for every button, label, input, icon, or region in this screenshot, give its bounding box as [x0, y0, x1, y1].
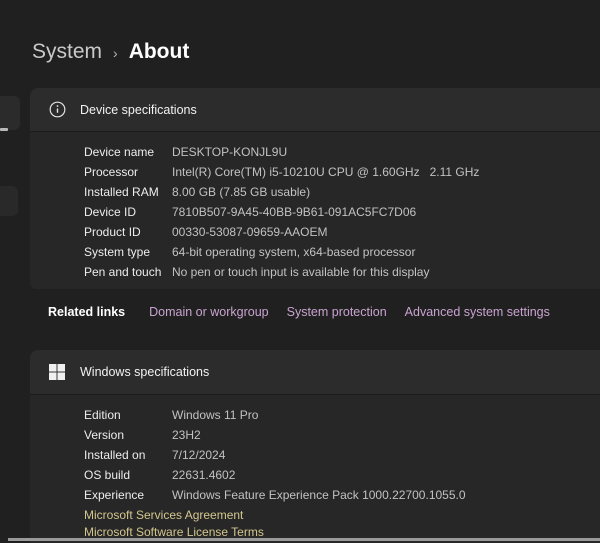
link-domain-or-workgroup[interactable]: Domain or workgroup: [149, 305, 269, 319]
table-row: Installed on 7/12/2024: [84, 445, 600, 465]
sidebar-selection-indicator: [0, 128, 8, 131]
spec-value: 7810B507-9A45-40BB-9B61-091AC5FC7D06: [172, 205, 416, 219]
spec-value: Windows Feature Experience Pack 1000.227…: [172, 488, 466, 502]
spec-value: 8.00 GB (7.85 GB usable): [172, 185, 310, 199]
spec-value: 64-bit operating system, x64-based proce…: [172, 245, 415, 259]
device-specifications-header[interactable]: Device specifications: [30, 88, 600, 132]
sidebar-item-partial-1[interactable]: [0, 96, 20, 130]
link-advanced-system-settings[interactable]: Advanced system settings: [405, 305, 550, 319]
table-row: Version 23H2: [84, 425, 600, 445]
spec-label: System type: [84, 245, 172, 259]
windows-specifications-title: Windows specifications: [80, 365, 209, 379]
spec-label: Product ID: [84, 225, 172, 239]
spec-label: Installed on: [84, 448, 172, 462]
device-specifications-body: Device name DESKTOP-KONJL9U Processor In…: [30, 132, 600, 289]
device-specifications-card: Device specifications Device name DESKTO…: [30, 88, 600, 289]
spec-label: Processor: [84, 165, 172, 179]
info-icon: [48, 101, 66, 119]
link-microsoft-services-agreement[interactable]: Microsoft Services Agreement: [84, 507, 600, 524]
spec-label: Experience: [84, 488, 172, 502]
breadcrumb-system[interactable]: System: [32, 40, 102, 64]
windows-specifications-header[interactable]: Windows specifications: [30, 350, 600, 395]
spec-value: 22631.4602: [172, 468, 235, 482]
table-row: Processor Intel(R) Core(TM) i5-10210U CP…: [84, 162, 600, 182]
spec-label: Pen and touch: [84, 265, 172, 279]
spec-value: No pen or touch input is available for t…: [172, 265, 429, 279]
spec-value: Intel(R) Core(TM) i5-10210U CPU @ 1.60GH…: [172, 165, 479, 179]
spec-label: Device name: [84, 145, 172, 159]
spec-value: Windows 11 Pro: [172, 408, 258, 422]
table-row: Device name DESKTOP-KONJL9U: [84, 142, 600, 162]
related-links-label: Related links: [48, 305, 125, 319]
spec-value: 00330-53087-09659-AAOEM: [172, 225, 327, 239]
spec-label: Device ID: [84, 205, 172, 219]
spec-label: OS build: [84, 468, 172, 482]
spec-label: Version: [84, 428, 172, 442]
spec-value: 23H2: [172, 428, 201, 442]
bottom-divider: [8, 538, 600, 541]
windows-specifications-body: Edition Windows 11 Pro Version 23H2 Inst…: [30, 395, 600, 543]
chevron-right-icon: ›: [113, 43, 118, 61]
breadcrumb: System › About: [32, 40, 189, 64]
table-row: Experience Windows Feature Experience Pa…: [84, 485, 600, 505]
sidebar-item-partial-2[interactable]: [0, 186, 18, 216]
license-links: Microsoft Services Agreement Microsoft S…: [84, 507, 600, 541]
table-row: Product ID 00330-53087-09659-AAOEM: [84, 222, 600, 242]
table-row: System type 64-bit operating system, x64…: [84, 242, 600, 262]
table-row: Edition Windows 11 Pro: [84, 405, 600, 425]
windows-icon: [48, 363, 66, 381]
settings-about-page: System › About Device specifications Dev…: [0, 0, 600, 543]
page-title: About: [129, 40, 190, 64]
table-row: Installed RAM 8.00 GB (7.85 GB usable): [84, 182, 600, 202]
spec-label: Edition: [84, 408, 172, 422]
device-specifications-title: Device specifications: [80, 103, 197, 117]
table-row: OS build 22631.4602: [84, 465, 600, 485]
spec-value: DESKTOP-KONJL9U: [172, 145, 287, 159]
windows-specifications-card: Windows specifications Edition Windows 1…: [30, 350, 600, 543]
related-links-row: Related links Domain or workgroup System…: [48, 305, 568, 319]
spec-label: Installed RAM: [84, 185, 172, 199]
link-system-protection[interactable]: System protection: [287, 305, 387, 319]
spec-value: 7/12/2024: [172, 448, 225, 462]
table-row: Pen and touch No pen or touch input is a…: [84, 262, 600, 282]
table-row: Device ID 7810B507-9A45-40BB-9B61-091AC5…: [84, 202, 600, 222]
